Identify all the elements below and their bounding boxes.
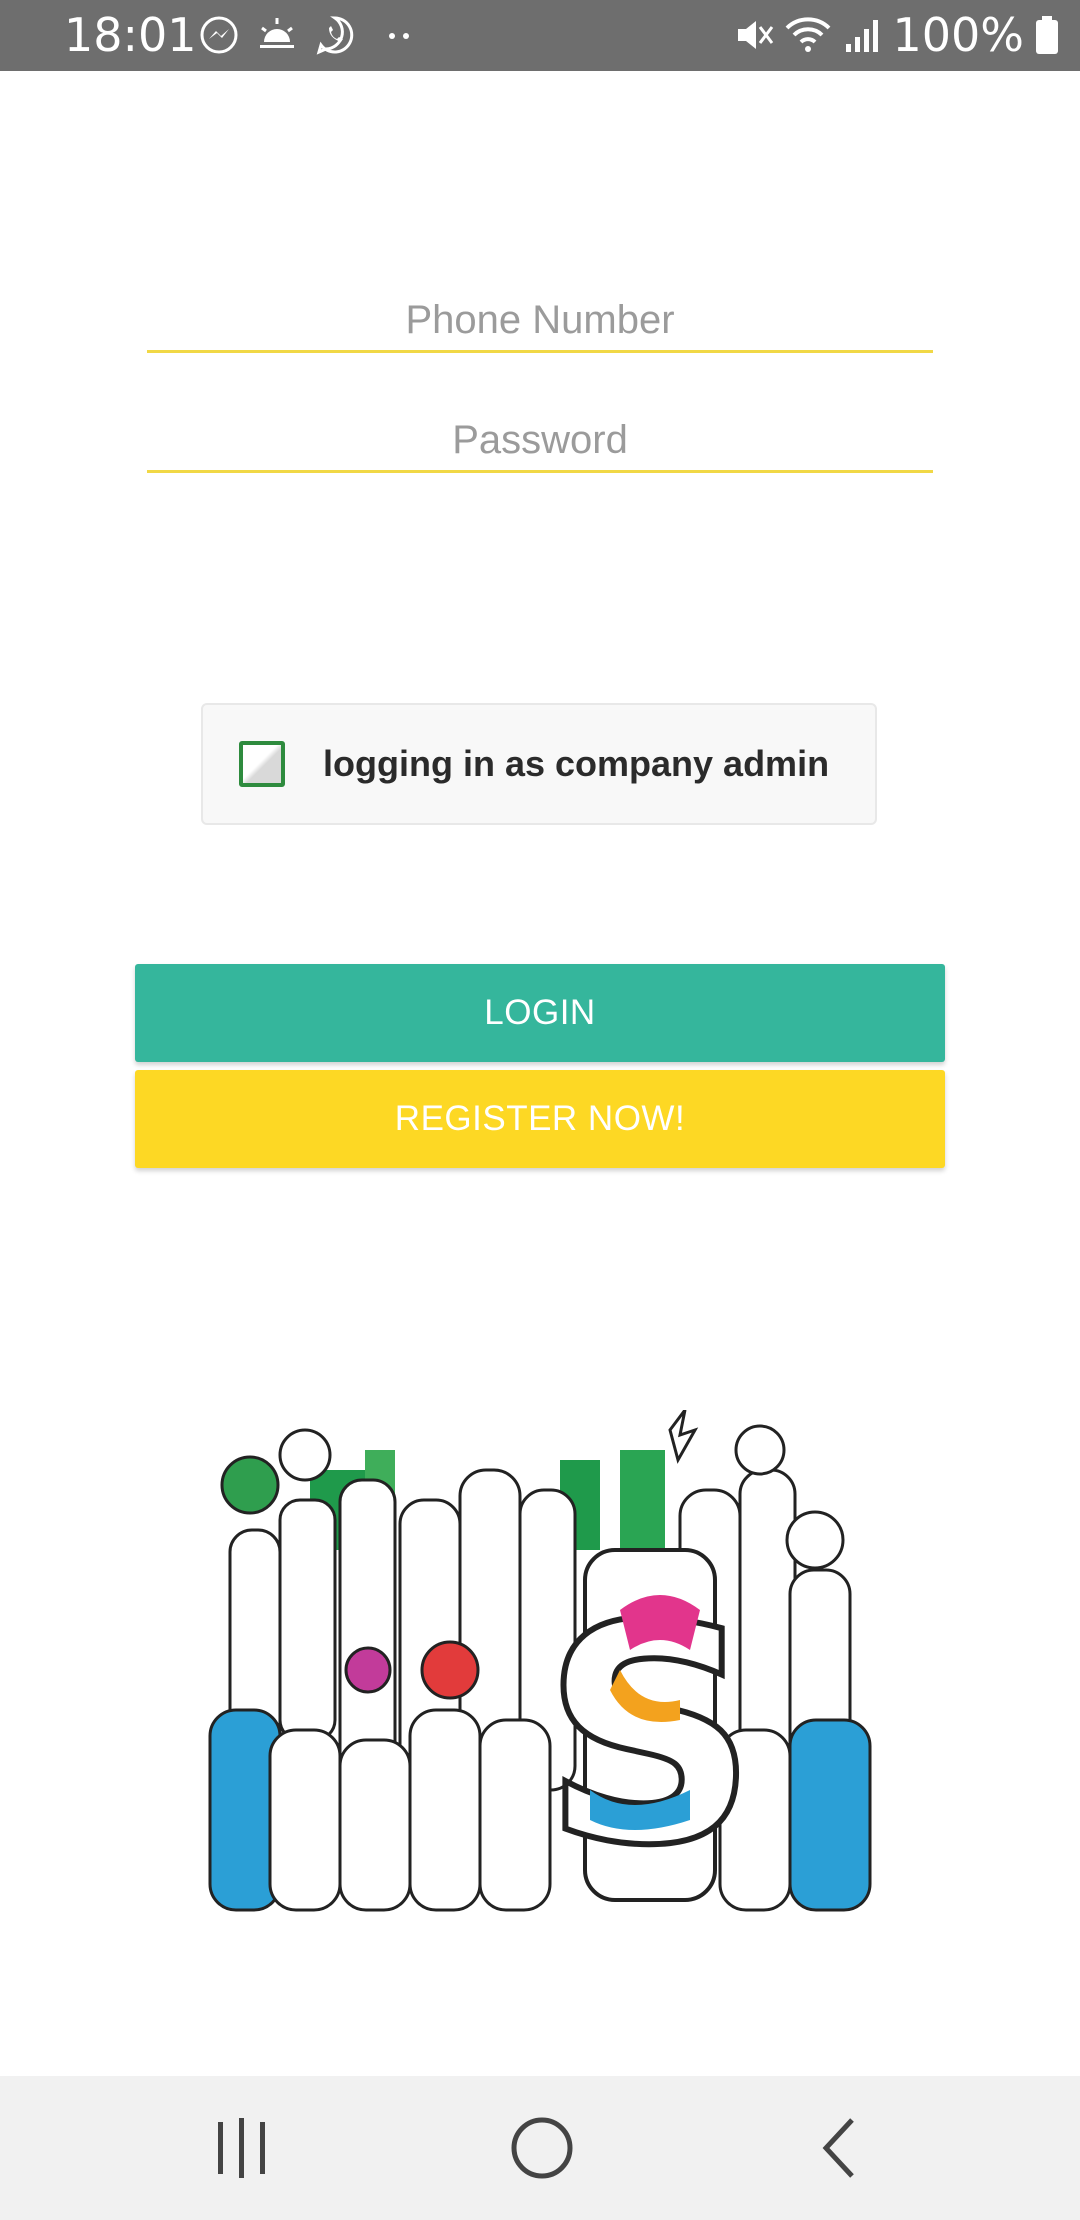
status-bar: 18:01 100% [0,0,1080,71]
wifi-icon [786,17,831,52]
company-admin-checkbox[interactable] [239,741,285,787]
login-button[interactable]: LOGIN [135,964,945,1062]
signal-icon [846,20,879,52]
messenger-icon [200,16,238,54]
doodle-crowd-illustration: S [208,1410,872,1914]
back-icon[interactable] [802,2108,882,2188]
login-screen: 18:01 100% Phone Number logging in as co… [0,0,1080,2220]
dollar-sign: S [539,1548,761,1914]
doodle-characters [208,1424,872,1912]
company-admin-label: logging in as company admin [323,743,830,784]
battery-percentage: 100% [892,8,1024,62]
weather-icon [260,18,294,48]
home-icon[interactable] [502,2108,582,2188]
company-admin-option[interactable]: logging in as company admin [201,703,877,825]
recent-apps-icon[interactable] [202,2108,282,2188]
phone-number-input[interactable] [147,290,933,353]
whatsapp-icon [316,16,354,55]
status-right-group: 100% [734,8,1060,62]
status-time: 18:01 [64,8,197,62]
battery-icon [1036,16,1058,54]
mute-icon [738,21,774,49]
more-notifications-icon [389,33,409,39]
system-navigation-bar [0,2076,1080,2220]
register-now-button[interactable]: REGISTER NOW! [135,1070,945,1168]
password-input[interactable] [147,410,933,473]
